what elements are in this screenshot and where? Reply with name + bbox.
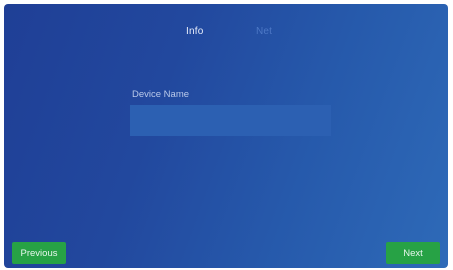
tab-net[interactable]: Net bbox=[256, 26, 272, 37]
tab-bar: Info Net bbox=[4, 26, 448, 42]
tab-info[interactable]: Info bbox=[186, 26, 203, 37]
device-name-label: Device Name bbox=[132, 89, 190, 100]
device-name-input[interactable] bbox=[130, 105, 331, 136]
next-button[interactable]: Next bbox=[386, 242, 440, 264]
setup-screen: Info Net Device Name Previous Next bbox=[4, 4, 448, 268]
previous-button[interactable]: Previous bbox=[12, 242, 66, 264]
